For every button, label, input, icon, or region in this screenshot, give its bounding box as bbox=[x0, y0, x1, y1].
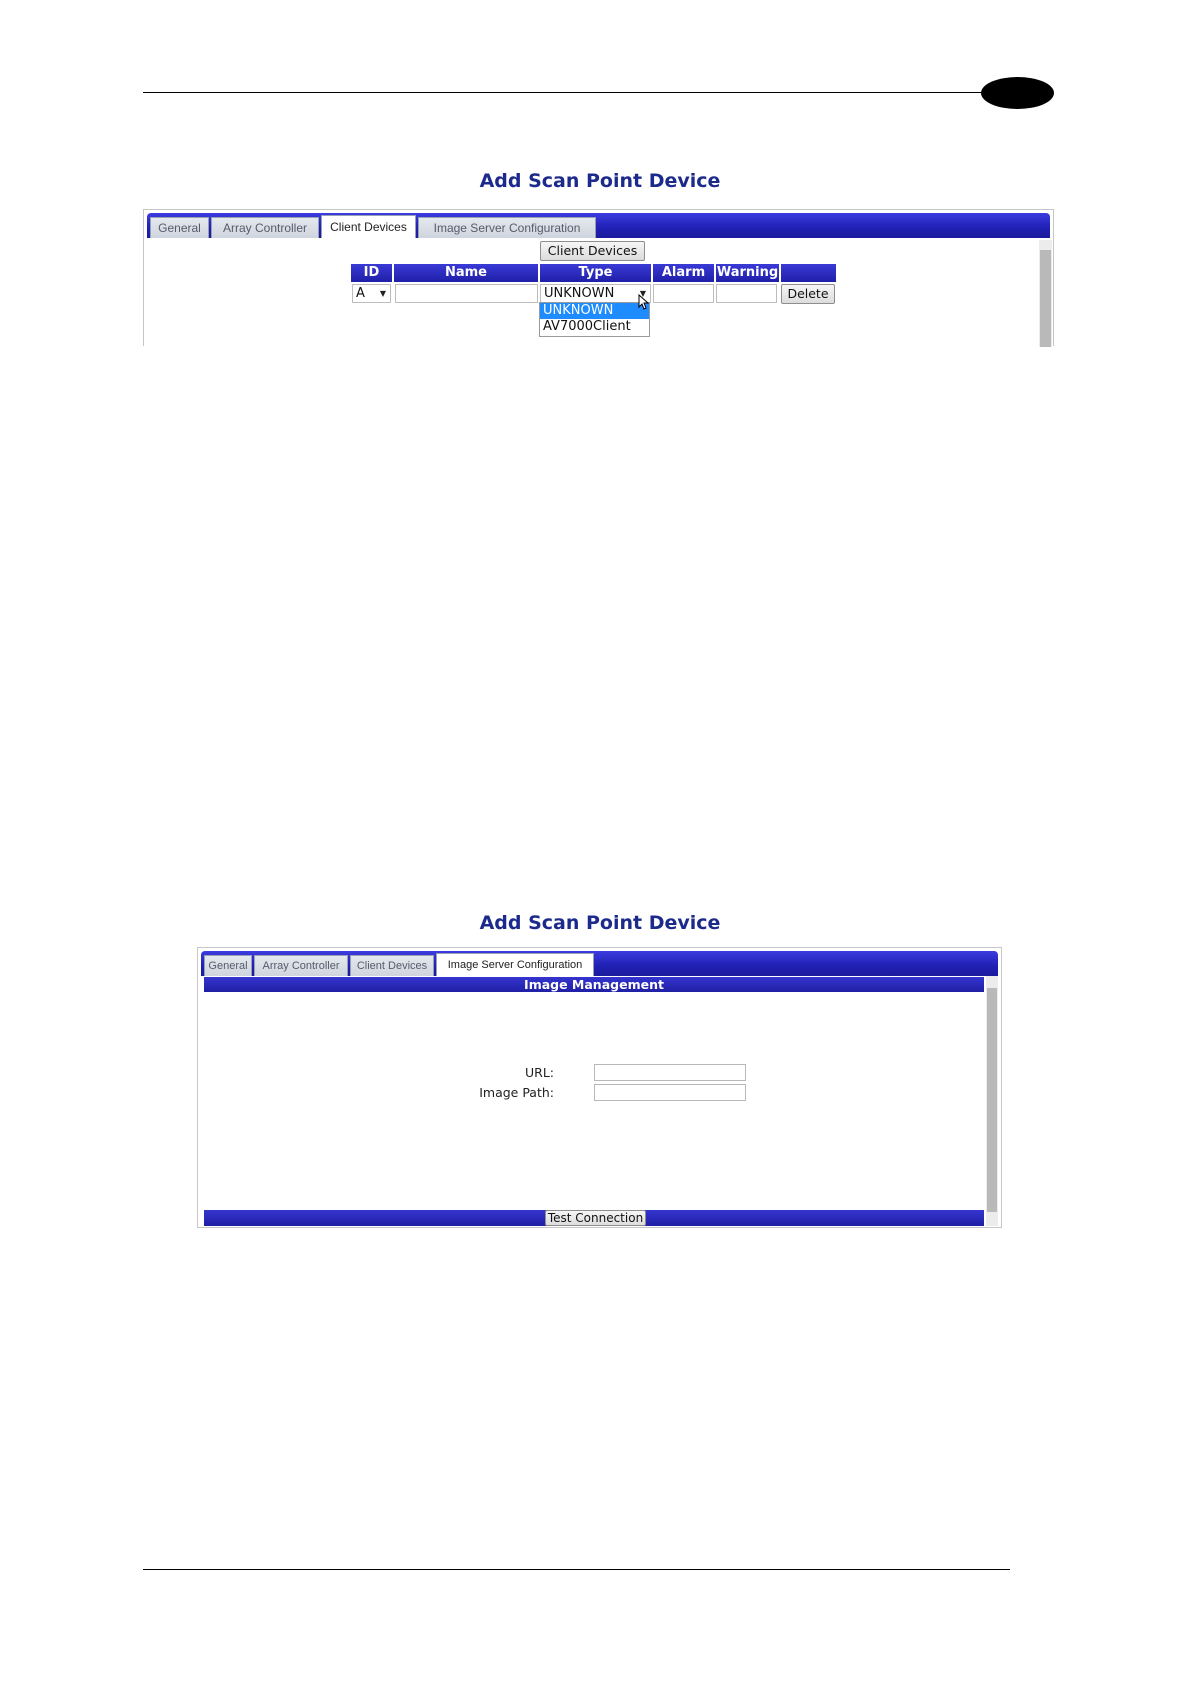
mouse-pointer-icon bbox=[638, 294, 650, 310]
header-rule bbox=[143, 92, 993, 93]
col-header-alarm: Alarm bbox=[653, 264, 714, 282]
id-select[interactable]: A ▼ bbox=[352, 284, 391, 303]
image-path-label: Image Path: bbox=[479, 1085, 554, 1100]
col-header-warning: Warning bbox=[716, 264, 779, 282]
id-select-value: A bbox=[356, 286, 365, 301]
figure2-title: Add Scan Point Device bbox=[479, 912, 721, 934]
vertical-scrollbar[interactable] bbox=[1039, 240, 1052, 347]
col-header-type: Type bbox=[540, 264, 651, 282]
tab-general[interactable]: General bbox=[204, 955, 252, 976]
tab-client-devices[interactable]: Client Devices bbox=[350, 955, 434, 976]
alarm-input[interactable] bbox=[653, 284, 714, 303]
tab-image-server-configuration[interactable]: Image Server Configuration bbox=[436, 953, 594, 976]
tab-general[interactable]: General bbox=[150, 217, 209, 238]
image-path-input[interactable] bbox=[594, 1084, 746, 1101]
image-server-panel: General Array Controller Client Devices … bbox=[197, 947, 1002, 1228]
tab-array-controller[interactable]: Array Controller bbox=[211, 217, 319, 238]
scrollbar-thumb[interactable] bbox=[1040, 250, 1051, 347]
tab-array-controller[interactable]: Array Controller bbox=[254, 955, 348, 976]
warning-input[interactable] bbox=[716, 284, 777, 303]
delete-button[interactable]: Delete bbox=[781, 284, 835, 304]
footer-rule bbox=[143, 1569, 1010, 1570]
vertical-scrollbar[interactable] bbox=[986, 976, 998, 1226]
col-header-id: ID bbox=[351, 264, 392, 282]
type-option-unknown[interactable]: UNKNOWN bbox=[540, 303, 649, 319]
url-input[interactable] bbox=[594, 1064, 746, 1081]
tab-image-server-configuration[interactable]: Image Server Configuration bbox=[418, 217, 596, 238]
col-header-name: Name bbox=[394, 264, 538, 282]
type-option-av7000client[interactable]: AV7000Client bbox=[540, 319, 649, 335]
type-select[interactable]: UNKNOWN ▼ bbox=[540, 284, 651, 303]
test-connection-button[interactable]: Test Connection bbox=[545, 1210, 646, 1226]
tab-bar: General Array Controller Client Devices … bbox=[147, 213, 1050, 238]
tab-client-devices[interactable]: Client Devices bbox=[321, 215, 416, 238]
scrollbar-thumb[interactable] bbox=[987, 988, 997, 1212]
image-management-header: Image Management bbox=[204, 977, 984, 992]
type-select-value: UNKNOWN bbox=[544, 286, 615, 301]
chapter-tab-marker bbox=[981, 77, 1054, 109]
col-header-actions bbox=[781, 264, 836, 282]
tab-bar: General Array Controller Client Devices … bbox=[201, 951, 998, 976]
type-dropdown-list[interactable]: UNKNOWN AV7000Client bbox=[539, 302, 650, 337]
figure1-title: Add Scan Point Device bbox=[479, 170, 721, 192]
name-input[interactable] bbox=[395, 284, 538, 303]
client-devices-button[interactable]: Client Devices bbox=[540, 241, 645, 261]
url-label: URL: bbox=[524, 1065, 554, 1080]
dropdown-arrow-icon: ▼ bbox=[379, 289, 386, 298]
